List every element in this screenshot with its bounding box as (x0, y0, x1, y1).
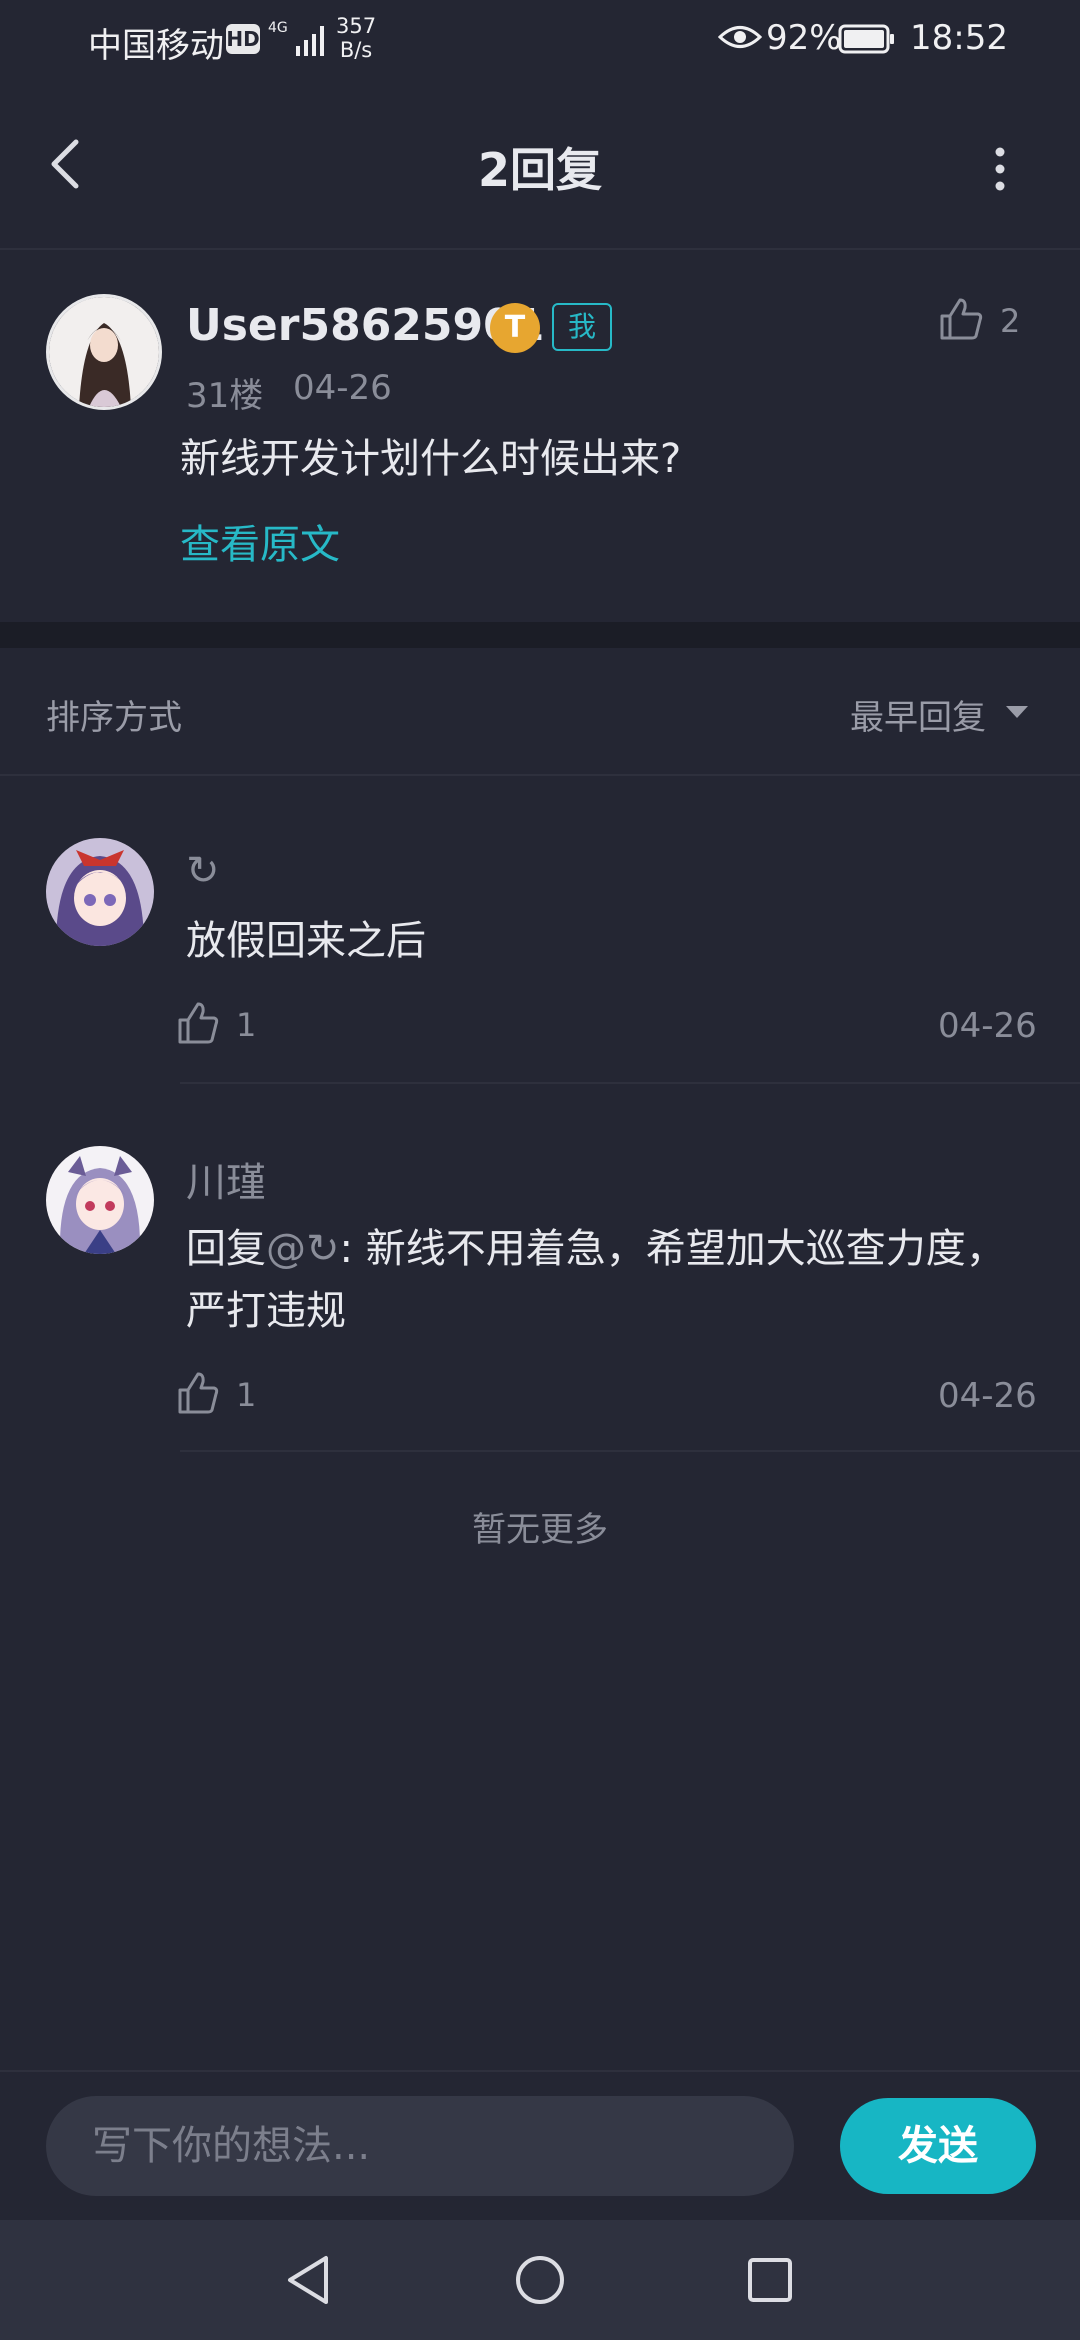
battery-icon (838, 24, 894, 54)
title-badge: T (490, 303, 540, 353)
author-avatar[interactable] (46, 294, 162, 410)
more-options-icon[interactable] (985, 144, 1015, 194)
reply-avatar-image (46, 1146, 154, 1254)
post-date: 04-26 (293, 368, 392, 408)
post-like-count: 2 (1000, 302, 1021, 340)
me-badge: 我 (552, 303, 612, 351)
reply-like-count: 1 (236, 1376, 257, 1414)
clock: 18:52 (910, 18, 1008, 58)
reply-avatar-image (46, 838, 154, 946)
section-divider (0, 622, 1080, 648)
reply-username[interactable]: 川瑾 (186, 1150, 266, 1208)
nav-home-icon[interactable] (510, 2250, 570, 2310)
network-speed: 357 B/s (336, 14, 376, 62)
status-bar: 中国移动 HD 4G 357 B/s 92% 18:52 (0, 0, 1080, 80)
sort-label: 排序方式 (46, 698, 182, 738)
thumbs-up-icon[interactable] (938, 296, 984, 342)
view-original-link[interactable]: 查看原文 (180, 512, 340, 570)
signal-icon (296, 26, 324, 56)
post-content: 新线开发计划什么时候出来? (180, 436, 682, 482)
top-app-bar: 2回复 (0, 80, 1080, 250)
nav-back-icon[interactable] (280, 2250, 340, 2310)
divider-line (180, 1450, 1080, 1452)
reply-avatar[interactable] (46, 838, 154, 946)
reply-content: 放假回来之后 (186, 918, 426, 964)
network-type: 4G (268, 20, 288, 36)
reply-content: 回复@↻: 新线不用着急，希望加大巡查力度，严打违规 (186, 1218, 1026, 1342)
caret-down-icon[interactable] (1004, 702, 1030, 722)
floor-number: 31楼 (186, 376, 264, 416)
divider-line (0, 774, 1080, 776)
reply-like-count: 1 (236, 1006, 257, 1044)
divider-line (180, 1082, 1080, 1084)
sort-dropdown[interactable]: 最早回复 (850, 690, 986, 739)
network-speed-unit: B/s (339, 38, 373, 62)
hd-icon: HD (226, 24, 260, 54)
eye-icon (718, 26, 762, 48)
no-more-text: 暂无更多 (472, 1510, 608, 1550)
thumbs-up-icon[interactable] (176, 1000, 220, 1046)
send-button[interactable]: 发送 (840, 2098, 1036, 2194)
comment-input[interactable] (46, 2096, 794, 2196)
nav-recents-icon[interactable] (740, 2250, 800, 2310)
reply-avatar[interactable] (46, 1146, 154, 1254)
reply-date: 04-26 (938, 1006, 1037, 1046)
reply-username[interactable]: ↻ (186, 848, 220, 894)
carrier-name: 中国移动 (88, 26, 224, 66)
mention-link[interactable]: @↻ (266, 1226, 340, 1272)
author-avatar-image (49, 297, 159, 407)
page-title: 2回复 (477, 143, 602, 197)
reply-prefix: 回复 (186, 1226, 266, 1272)
thumbs-up-icon[interactable] (176, 1370, 220, 1416)
reply-date: 04-26 (938, 1376, 1037, 1416)
battery-percent: 92% (766, 18, 842, 58)
network-speed-value: 357 (336, 14, 377, 38)
